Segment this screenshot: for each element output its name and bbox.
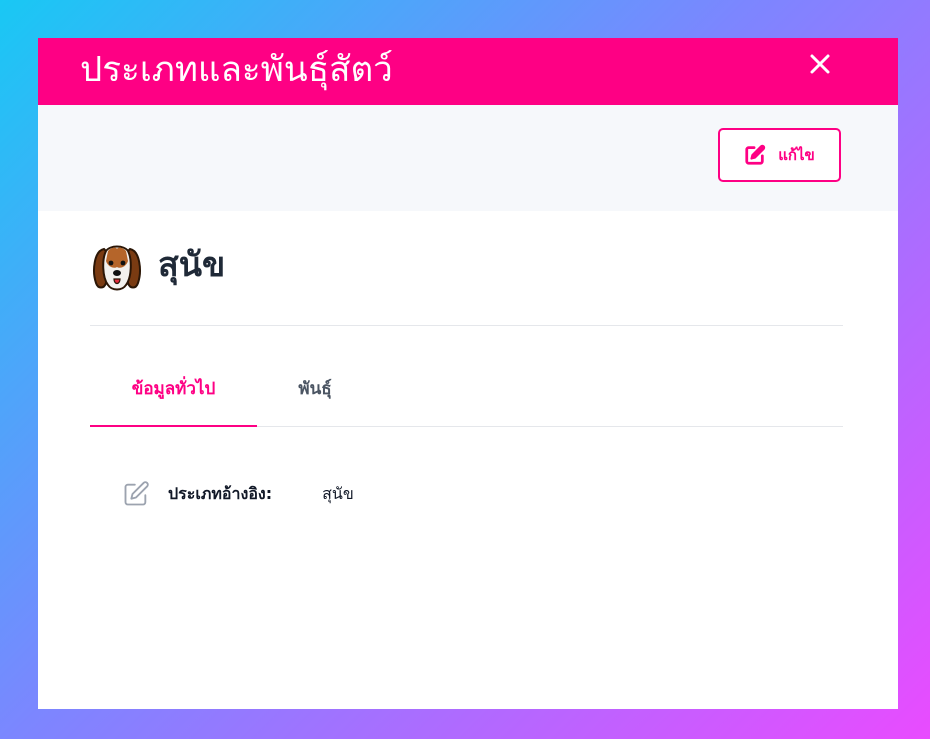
close-button[interactable] [808, 52, 832, 76]
species-name: สุนัข [158, 245, 226, 285]
modal-content: สุนัข ข้อมูลทั่วไป พันธุ์ ประเภทอ้างอิง:… [38, 211, 898, 508]
species-modal: ประเภทและพันธุ์สัตว์ แก้ไข สุนัข ข้อมูลท… [38, 38, 898, 709]
reference-type-label: ประเภทอ้างอิง: [168, 483, 273, 503]
reference-type-value: สุนัข [322, 483, 354, 503]
toolbar: แก้ไข [38, 105, 898, 211]
pencil-icon [124, 481, 149, 506]
edit-button[interactable]: แก้ไข [718, 128, 841, 182]
modal-header: ประเภทและพันธุ์สัตว์ [38, 38, 898, 105]
reference-type-row: ประเภทอ้างอิง: สุนัข [90, 480, 843, 508]
tab-general-info[interactable]: ข้อมูลทั่วไป [90, 357, 257, 427]
close-icon [810, 54, 830, 74]
edit-button-label: แก้ไข [778, 146, 815, 164]
modal-title: ประเภทและพันธุ์สัตว์ [80, 50, 393, 90]
tab-bar: ข้อมูลทั่วไป พันธุ์ [90, 326, 843, 427]
dog-icon [93, 245, 141, 291]
edit-icon [745, 144, 766, 165]
tab-breeds[interactable]: พันธุ์ [245, 356, 385, 426]
species-heading: สุนัข [90, 211, 843, 326]
